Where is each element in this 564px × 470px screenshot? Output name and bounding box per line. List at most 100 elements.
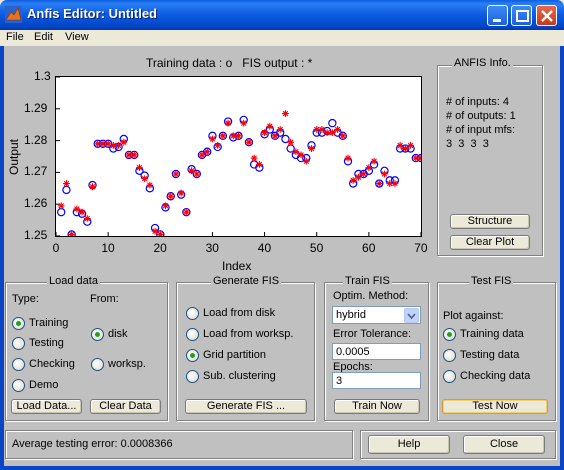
training-data-point (281, 134, 290, 144)
status-text: Average testing error: 0.0008366 (12, 438, 173, 450)
from-label: From: (90, 293, 119, 305)
maximize-icon (516, 10, 529, 22)
plot-area (55, 76, 426, 239)
fis-output-point (261, 129, 268, 137)
test-testing-data-label: Testing data (460, 349, 520, 361)
menu-edit[interactable]: Edit (34, 31, 53, 43)
fis-output-point (401, 145, 409, 152)
fis-output-point (224, 119, 232, 127)
error-tolerance-label: Error Tolerance: (333, 328, 412, 340)
sub-clustering-label: Sub. clustering (203, 370, 276, 382)
fis-output-point (63, 180, 70, 187)
fis-output-point (297, 151, 305, 159)
menu-view[interactable]: View (65, 31, 89, 43)
maximize-button[interactable] (511, 5, 532, 26)
fis-output-point (396, 141, 404, 149)
type-training-radio[interactable] (12, 317, 25, 330)
optim-method-select[interactable]: hybrid (332, 306, 421, 324)
type-testing-radio[interactable] (12, 337, 25, 350)
grid-partition-label: Grid partition (203, 349, 266, 361)
type-label: Type: (12, 293, 39, 305)
fis-output-point (146, 181, 154, 189)
clear-data-button[interactable]: Clear Data (90, 399, 161, 414)
optim-method-label: Optim. Method: (333, 290, 409, 302)
type-checking-radio[interactable] (12, 358, 25, 371)
fis-output-point (355, 173, 362, 181)
source-workspace-radio[interactable] (91, 358, 104, 371)
type-demo-radio[interactable] (12, 379, 25, 392)
x-tick-label: 50 (309, 241, 324, 255)
sub-clustering-radio[interactable] (186, 370, 199, 383)
fis-output-point (182, 208, 190, 216)
help-button[interactable]: Help (368, 435, 450, 454)
epochs-input[interactable]: 3 (332, 372, 421, 389)
fis-output-point (120, 138, 128, 146)
x-tick-label: 30 (205, 241, 219, 255)
optim-method-value: hybrid (336, 309, 366, 321)
test-checking-data-radio[interactable] (443, 370, 456, 383)
num-inputs-label: # of inputs: 4 (446, 96, 509, 108)
source-disk-radio[interactable] (91, 328, 104, 341)
generate-fis-title: Generate FIS (211, 275, 282, 287)
fis-output-point (349, 176, 357, 184)
y-tick-label: 1.29 (24, 100, 48, 115)
clear-plot-button[interactable]: Clear Plot (450, 235, 530, 250)
load-from-workspace-label: Load from worksp. (203, 328, 294, 340)
load-data-button[interactable]: Load Data... (11, 399, 82, 414)
y-tick-label: 1.25 (24, 228, 48, 242)
fis-output-point (203, 148, 211, 156)
grid-partition-radio[interactable] (186, 349, 199, 362)
fis-output-point (57, 202, 65, 210)
fis-output-point (391, 180, 399, 187)
generate-fis-button[interactable]: Generate FIS ... (185, 399, 307, 414)
fis-output-point (344, 154, 352, 162)
num-mfs-label: # of input mfs: (446, 124, 516, 136)
fis-output-point (282, 110, 289, 117)
fis-output-point (193, 170, 201, 178)
train-now-button[interactable]: Train Now (334, 399, 420, 414)
x-axis-label: Index (222, 259, 252, 273)
menu-file[interactable]: File (6, 31, 24, 43)
minimize-button[interactable] (487, 5, 508, 26)
fis-output-point (328, 129, 336, 137)
fis-output-point (287, 138, 295, 146)
fis-output-point (245, 138, 253, 146)
fis-output-point (188, 167, 195, 175)
x-tick-label: 20 (153, 241, 167, 255)
test-checking-data-label: Checking data (460, 370, 531, 382)
fis-output-point (381, 170, 388, 178)
fis-output-point (162, 202, 169, 210)
structure-button[interactable]: Structure (450, 214, 530, 229)
error-tolerance-input[interactable]: 0.0005 (332, 343, 421, 360)
dropdown-arrow-icon (404, 308, 419, 323)
fis-output-point (375, 180, 383, 187)
fis-output-point (115, 141, 122, 149)
close-window-button[interactable] (536, 5, 557, 26)
fis-output-point (104, 140, 112, 148)
load-from-disk-radio[interactable] (186, 307, 199, 320)
training-data-point (57, 207, 66, 217)
training-data-point (286, 144, 295, 153)
fis-output-point (370, 157, 378, 165)
y-tick-label: 1.3 (34, 69, 51, 83)
test-fis-title: Test FIS (469, 275, 514, 287)
test-training-data-label: Training data (460, 328, 524, 340)
test-testing-data-radio[interactable] (443, 349, 456, 362)
fis-output-point (151, 227, 159, 235)
fis-output-point (78, 208, 86, 216)
x-tick-label: 60 (362, 241, 376, 255)
training-data-point (62, 185, 71, 195)
type-demo-label: Demo (29, 379, 59, 391)
fis-output-point (89, 183, 96, 191)
fis-output-point (360, 170, 368, 178)
y-axis-label: Output (7, 138, 22, 176)
load-from-workspace-radio[interactable] (186, 328, 199, 341)
test-training-data-radio[interactable] (443, 328, 456, 341)
close-button[interactable]: Close (463, 435, 545, 454)
test-now-button[interactable]: Test Now (442, 399, 548, 414)
plot-title: Training data : o FIS output : * (146, 56, 313, 70)
fis-output-point (292, 148, 300, 156)
scatter-plot (55, 76, 426, 239)
fis-output-point (334, 126, 341, 133)
fis-output-point (407, 141, 414, 149)
